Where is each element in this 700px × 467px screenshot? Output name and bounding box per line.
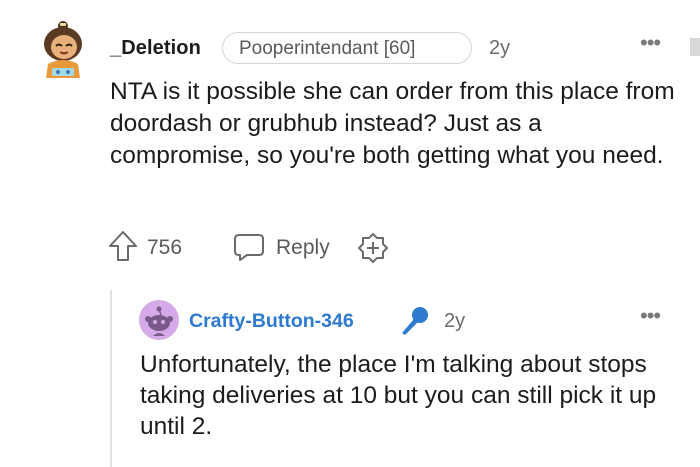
speech-bubble-icon xyxy=(233,232,265,262)
add-award-icon[interactable] xyxy=(357,232,389,264)
thread-line[interactable] xyxy=(110,290,112,467)
upvote-arrow-icon[interactable] xyxy=(108,230,138,262)
reply-timestamp: 2y xyxy=(444,310,466,332)
comment-body: NTA is it possible she can order from th… xyxy=(110,78,675,169)
user-avatar-icon[interactable] xyxy=(38,20,88,80)
comment-username[interactable]: _Deletion xyxy=(110,37,201,60)
comment-timestamp: 2y xyxy=(489,37,511,59)
more-options-icon[interactable]: ••• xyxy=(640,303,661,329)
microphone-icon xyxy=(398,305,430,337)
default-snoo-avatar-icon[interactable] xyxy=(139,300,179,340)
reply-label: Reply xyxy=(276,236,330,259)
reply-body: Unfortunately, the place I'm talking abo… xyxy=(140,351,657,440)
scrollbar-thumb[interactable] xyxy=(690,38,700,56)
vote-score: 756 xyxy=(147,236,183,259)
more-options-icon[interactable]: ••• xyxy=(640,30,661,56)
reply-username[interactable]: Crafty-Button-346 xyxy=(189,310,354,333)
user-flair-badge: Pooperintendant [60] xyxy=(222,32,472,64)
